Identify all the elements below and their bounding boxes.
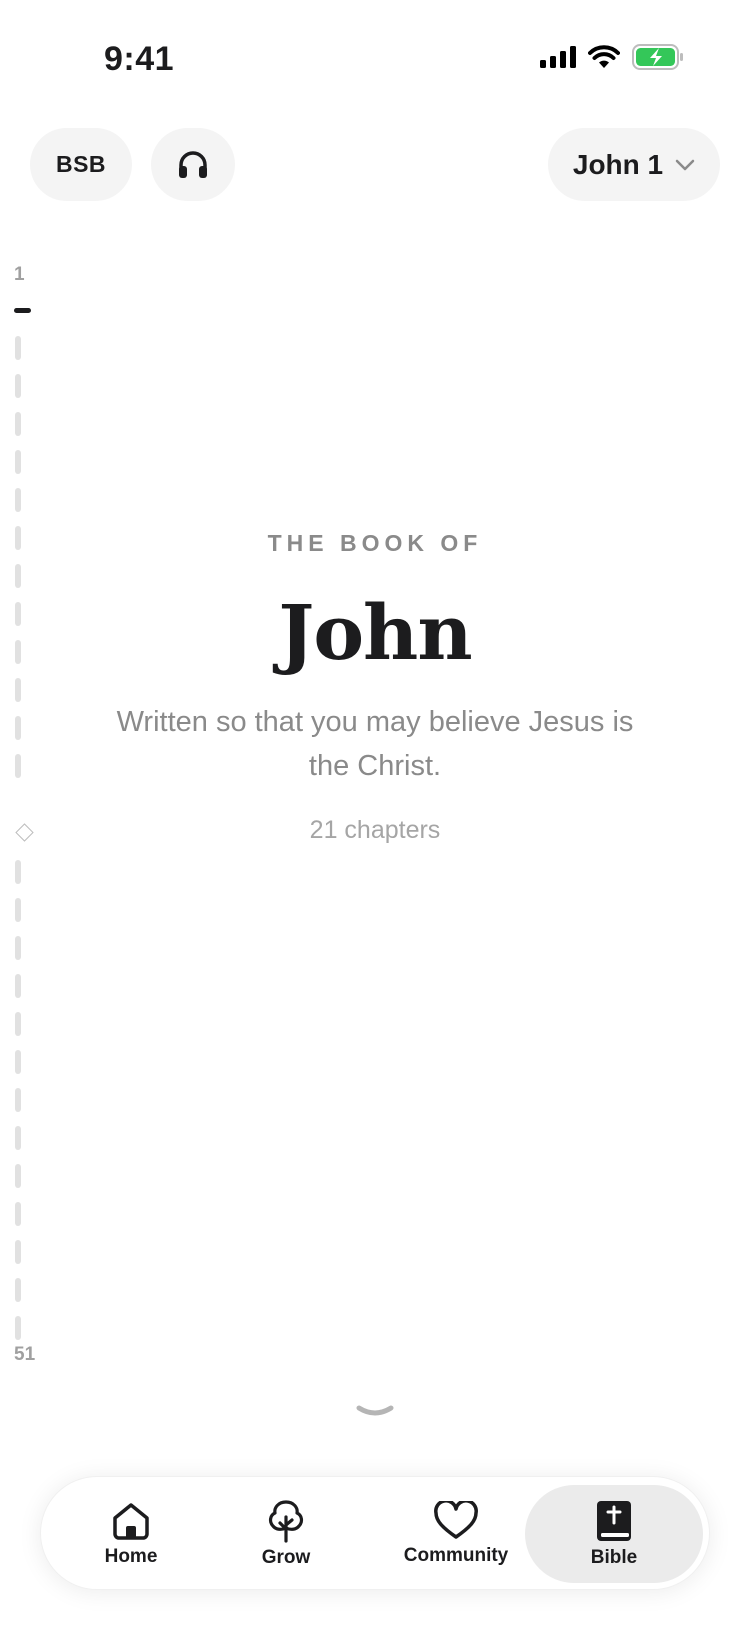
tree-icon [268,1500,304,1543]
chapter-selector-label: John 1 [572,148,664,180]
tab-bible[interactable]: Bible [525,1485,703,1583]
tab-label: Home [104,1546,158,1567]
status-icons [540,44,684,70]
chevron-down-icon [675,159,695,170]
rail-first-verse-label: 1 [14,264,25,285]
scroll-down-chevron-icon[interactable] [355,1402,395,1422]
wifi-icon [588,45,620,68]
rail-tick [15,860,21,884]
rail-tick [15,716,21,740]
rail-tick [15,1240,21,1264]
rail-tick [15,1278,21,1302]
status-time: 9:41 [104,40,175,78]
tab-home[interactable]: Home [71,1485,191,1583]
rail-tick [15,450,21,474]
rail-track-lower[interactable] [15,860,21,1354]
rail-tick [15,1126,21,1150]
tab-community[interactable]: Community [381,1485,531,1583]
chapter-selector-button[interactable]: John 1 [548,128,720,201]
translation-button[interactable]: BSB [30,128,132,201]
translation-label: BSB [55,151,107,177]
headphones-icon [179,150,207,178]
rail-tick [15,898,21,922]
tab-bar: Home Grow Community Bible [40,1476,710,1590]
rail-track-upper[interactable] [15,336,21,792]
rail-current-position[interactable] [14,308,31,313]
tab-label: Bible [590,1547,638,1568]
home-icon [113,1503,149,1540]
rail-tick [15,1088,21,1112]
bible-icon [597,1501,631,1541]
tab-grow[interactable]: Grow [236,1485,336,1583]
tab-label: Community [403,1545,509,1566]
rail-tick [15,974,21,998]
cellular-signal-icon [540,46,576,68]
rail-tick [15,1050,21,1074]
book-subtitle: Written so that you may believe Jesus is… [116,706,634,782]
book-title: John [278,588,472,677]
rail-tick [15,412,21,436]
battery-charging-icon [632,44,683,70]
rail-last-verse-label: 51 [14,1344,36,1365]
status-bar: 9:41 [0,0,750,120]
rail-tick [15,564,21,588]
rail-tick [15,336,21,360]
rail-tick [15,1202,21,1226]
tab-label: Grow [261,1547,311,1568]
rail-tick [15,754,21,778]
rail-tick [15,488,21,512]
heart-icon [434,1501,478,1539]
rail-tick [15,678,21,702]
rail-tick [15,1012,21,1036]
rail-tick [15,936,21,960]
book-chapter-count: 21 chapters [309,816,441,844]
audio-button[interactable] [151,128,235,201]
rail-tick [15,1316,21,1340]
rail-tick [15,1164,21,1188]
book-eyebrow: THE BOOK OF [267,530,483,556]
rail-tick [15,374,21,398]
